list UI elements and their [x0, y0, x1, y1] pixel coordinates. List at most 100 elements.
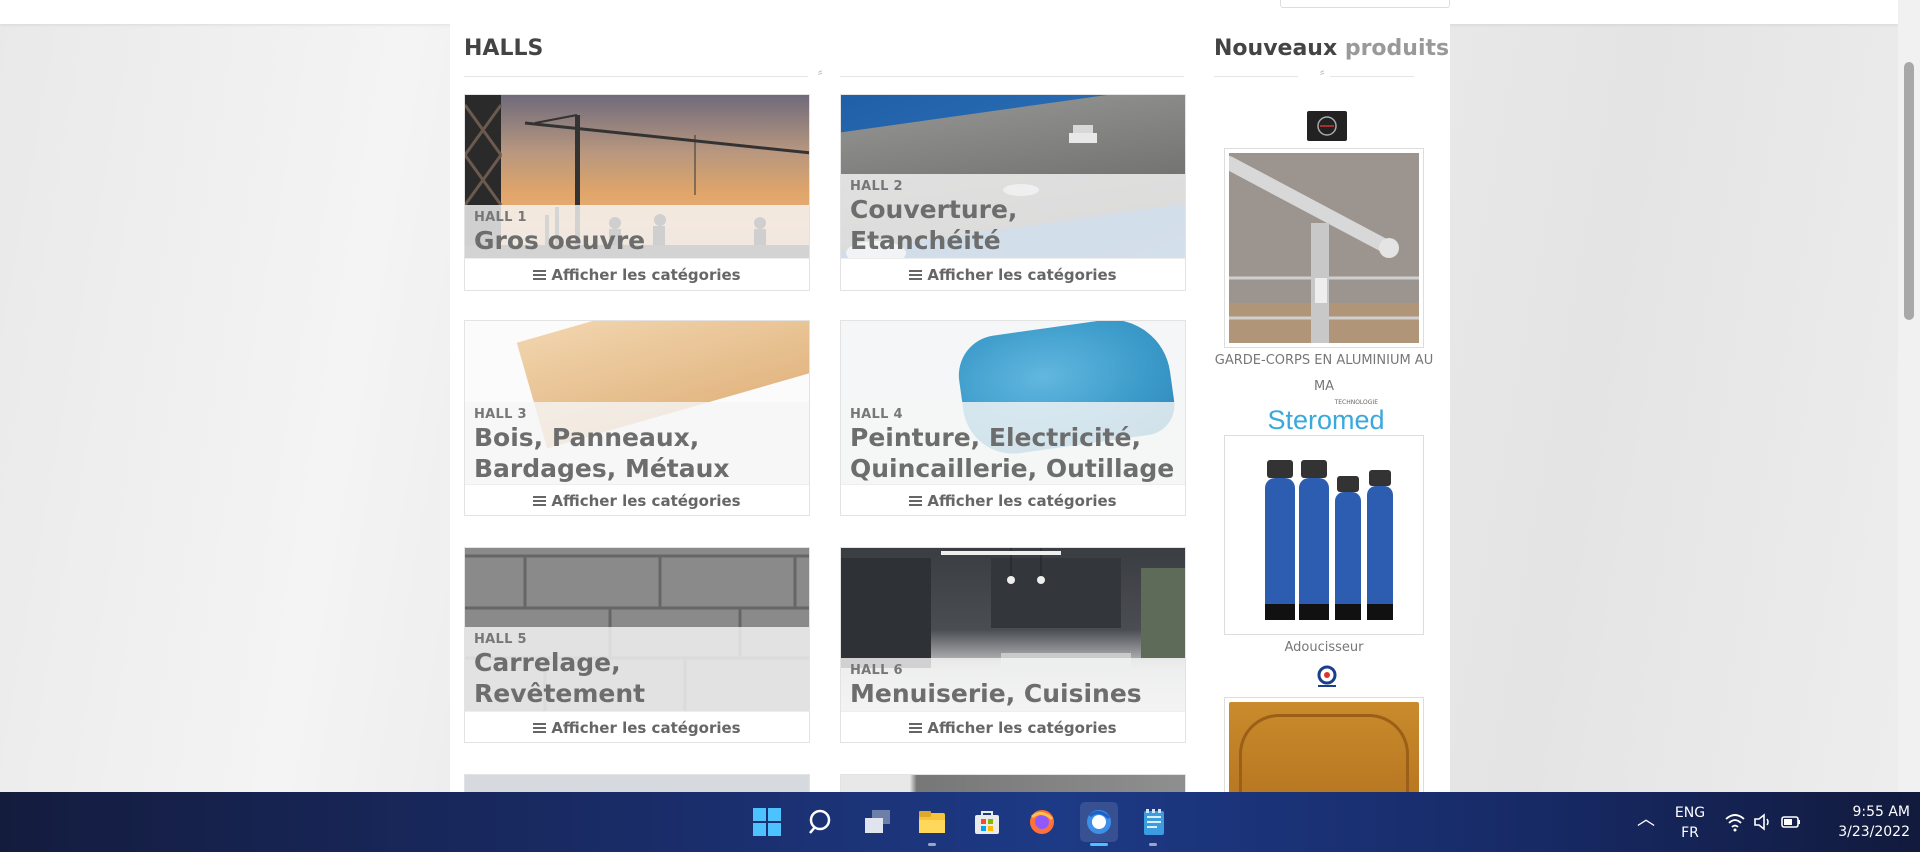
new-products-title: Nouveaux produits: [1214, 36, 1449, 61]
hall-name[interactable]: Gros oeuvre: [474, 225, 800, 256]
hall-name[interactable]: Couverture, Etanchéité: [850, 194, 1176, 256]
clock[interactable]: 9:55 AM 3/23/2022: [1820, 802, 1910, 842]
divider-mark-icon: ⸗: [1320, 65, 1325, 80]
hall-1-caption: HALL 1 Gros oeuvre: [465, 205, 809, 258]
hall-6-caption: HALL 6 Menuiserie, Cuisines: [841, 658, 1185, 711]
hall-5-caption: HALL 5 Carrelage, Revêtement: [465, 627, 809, 711]
hall-card-7-partial[interactable]: [464, 774, 810, 792]
menu-bars-icon: [909, 269, 923, 280]
hall-card-6[interactable]: HALL 6 Menuiserie, Cuisines Afficher les…: [840, 547, 1186, 743]
product-1-name[interactable]: GARDE-CORPS EN ALUMINIUM AU MA: [1208, 348, 1440, 400]
show-categories-label: Afficher les catégories: [927, 265, 1117, 284]
water-softener-illustration: [1229, 440, 1419, 630]
steromed-logo[interactable]: TECHNOLOGIE Steromed: [1256, 399, 1396, 435]
hall-4-image: HALL 4 Peinture, Electricité, Quincaille…: [841, 321, 1185, 484]
menu-bars-icon: [533, 269, 547, 280]
notepad-icon[interactable]: [1136, 805, 1170, 839]
menu-bars-icon: [533, 722, 547, 733]
halls-title-underline: [464, 76, 808, 77]
running-indicator: [1149, 843, 1157, 846]
header-search-box[interactable]: [1280, 0, 1450, 8]
show-categories-link[interactable]: Afficher les catégories: [841, 258, 1185, 290]
halls-title-underline-right: [840, 76, 1184, 77]
hall-3-image: HALL 3 Bois, Panneaux, Bardages, Métaux: [465, 321, 809, 484]
site-header-bar: [0, 0, 1898, 24]
product-2-name[interactable]: Adoucisseur: [1208, 635, 1440, 661]
show-categories-link[interactable]: Afficher les catégories: [841, 711, 1185, 743]
new-products-underline-left: [1214, 76, 1298, 77]
brand-emblem-icon: [1317, 665, 1337, 687]
battery-icon[interactable]: [1778, 805, 1804, 839]
hall-4-caption: HALL 4 Peinture, Electricité, Quincaille…: [841, 402, 1185, 484]
clock-date: 3/23/2022: [1838, 824, 1910, 840]
wooden-door-illustration: [1229, 702, 1419, 792]
show-categories-label: Afficher les catégories: [927, 718, 1117, 737]
file-explorer-icon[interactable]: [915, 805, 949, 839]
product-1-image[interactable]: [1222, 148, 1424, 348]
aluminium-railing-illustration: [1222, 153, 1419, 343]
hall-card-5[interactable]: HALL 5 Carrelage, Revêtement Afficher le…: [464, 547, 810, 743]
brand-emblem-icon: [1317, 116, 1337, 136]
show-hidden-icons-chevron-icon[interactable]: ︿: [1636, 810, 1656, 830]
firefox-browser-active-icon[interactable]: [1080, 802, 1118, 842]
search-icon[interactable]: [805, 805, 839, 839]
show-categories-link[interactable]: Afficher les catégories: [465, 258, 809, 290]
hall-card-8-partial[interactable]: [840, 774, 1186, 792]
hall-name[interactable]: Carrelage, Revêtement: [474, 647, 800, 709]
hall-number: HALL 1: [474, 210, 527, 225]
brand-logo-1[interactable]: [1307, 111, 1347, 141]
hall-name[interactable]: Bois, Panneaux, Bardages, Métaux: [474, 422, 800, 484]
language-secondary: FR: [1681, 825, 1699, 841]
wifi-icon[interactable]: [1722, 805, 1748, 839]
hall-name[interactable]: Menuiserie, Cuisines: [850, 678, 1176, 709]
page-scrollbar-thumb[interactable]: [1904, 62, 1914, 320]
language-indicator[interactable]: ENG FR: [1670, 803, 1710, 843]
main-content: HALLS ⸗ HALL 1 Gros oeuvre Afficher les …: [450, 24, 1450, 792]
show-categories-label: Afficher les catégories: [927, 491, 1117, 510]
hall-card-3[interactable]: HALL 3 Bois, Panneaux, Bardages, Métaux …: [464, 320, 810, 516]
show-categories-label: Afficher les catégories: [551, 718, 741, 737]
show-categories-label: Afficher les catégories: [551, 265, 741, 284]
firefox-icon[interactable]: [1025, 805, 1059, 839]
hall-number: HALL 6: [850, 663, 903, 678]
show-categories-label: Afficher les catégories: [551, 491, 741, 510]
product-3-image[interactable]: [1224, 697, 1424, 792]
menu-bars-icon: [533, 495, 547, 506]
hall-number: HALL 5: [474, 632, 527, 647]
divider-mark-icon: ⸗: [818, 65, 823, 80]
windows-taskbar: [0, 792, 1920, 852]
volume-icon[interactable]: [1750, 805, 1776, 839]
hall-6-image: HALL 6 Menuiserie, Cuisines: [841, 548, 1185, 711]
hall-number: HALL 2: [850, 179, 903, 194]
show-categories-link[interactable]: Afficher les catégories: [465, 711, 809, 743]
menu-bars-icon: [909, 495, 923, 506]
language-primary: ENG: [1674, 805, 1706, 821]
active-app-indicator: [1090, 843, 1108, 846]
running-indicator: [928, 843, 936, 846]
hall-card-4[interactable]: HALL 4 Peinture, Electricité, Quincaille…: [840, 320, 1186, 516]
new-products-title-bold: Nouveaux: [1214, 36, 1338, 61]
hall-number: HALL 4: [850, 407, 903, 422]
windows-start-icon[interactable]: [750, 805, 784, 839]
hall-3-caption: HALL 3 Bois, Panneaux, Bardages, Métaux: [465, 402, 809, 484]
hall-name[interactable]: Peinture, Electricité, Quincaillerie, Ou…: [850, 422, 1176, 484]
clock-time: 9:55 AM: [1852, 804, 1910, 820]
hall-2-image: HALL 2 Couverture, Etanchéité: [841, 95, 1185, 258]
menu-bars-icon: [909, 722, 923, 733]
hall-5-image: HALL 5 Carrelage, Revêtement: [465, 548, 809, 711]
hall-2-caption: HALL 2 Couverture, Etanchéité: [841, 174, 1185, 258]
hall-1-image: HALL 1 Gros oeuvre: [465, 95, 809, 258]
hall-card-2[interactable]: HALL 2 Couverture, Etanchéité Afficher l…: [840, 94, 1186, 291]
halls-section-title: HALLS: [464, 36, 544, 61]
hall-number: HALL 3: [474, 407, 527, 422]
hall-card-1[interactable]: HALL 1 Gros oeuvre Afficher les catégori…: [464, 94, 810, 291]
microsoft-store-icon[interactable]: [970, 805, 1004, 839]
new-products-title-light: produits: [1344, 36, 1450, 61]
brand-logo-3[interactable]: [1312, 665, 1342, 689]
product-2-image[interactable]: [1224, 435, 1424, 635]
task-view-icon[interactable]: [860, 805, 894, 839]
show-categories-link[interactable]: Afficher les catégories: [841, 484, 1185, 516]
steromed-logo-text: Steromed: [1267, 405, 1385, 435]
show-categories-link[interactable]: Afficher les catégories: [465, 484, 809, 516]
new-products-underline-right: [1330, 76, 1414, 77]
